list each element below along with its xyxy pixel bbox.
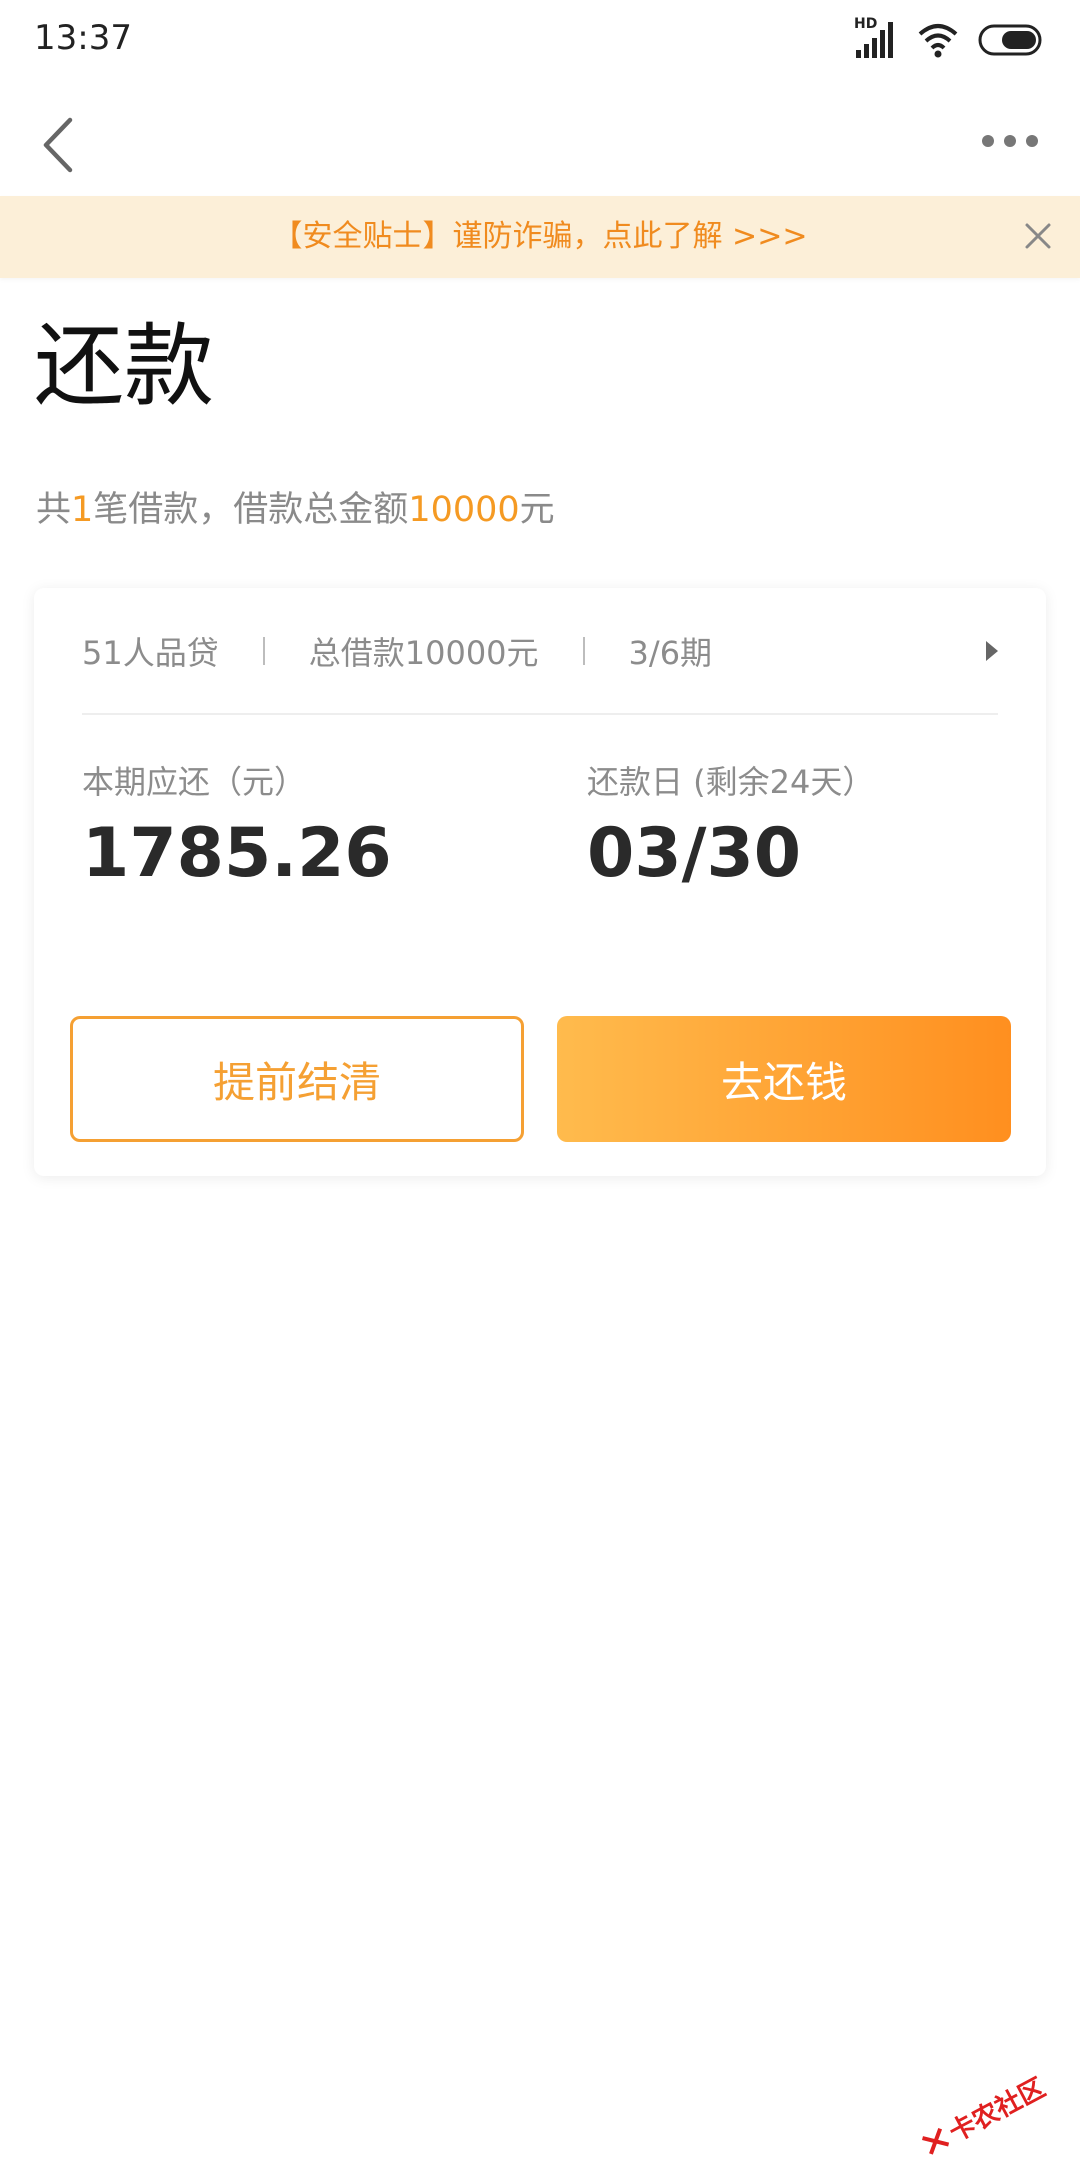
safety-banner: 【安全贴士】谨防诈骗，点此了解 >>> <box>0 196 1080 278</box>
product-name: 51人品贷 <box>82 633 219 672</box>
due-date: 03/30 <box>587 814 802 893</box>
watermark-text: 卡农社区 <box>944 2073 1051 2149</box>
more-dots-icon <box>982 135 1038 147</box>
status-bar: 13:37 HD <box>0 0 1080 80</box>
safety-banner-link[interactable]: 【安全贴士】谨防诈骗，点此了解 >>> <box>0 196 1080 278</box>
summary-prefix: 共 <box>36 490 72 530</box>
summary-suffix: 元 <box>519 490 555 530</box>
triangle-right-icon <box>986 640 998 661</box>
nav-bar <box>0 96 1080 196</box>
divider <box>262 636 265 665</box>
banner-close-button[interactable] <box>1018 216 1058 256</box>
watermark: 卡农社区 <box>915 2068 1051 2163</box>
repay-button[interactable]: 去还钱 <box>557 1016 1011 1142</box>
loan-card: 51人品贷 总借款10000元 3/6期 本期应还（元） 1785.26 还款日… <box>34 588 1046 1176</box>
summary-mid: 笔借款，借款总金额 <box>93 490 409 530</box>
due-amount-block: 本期应还（元） 1785.26 <box>82 762 392 888</box>
signal-icon: HD <box>854 16 898 60</box>
close-icon <box>1025 223 1051 249</box>
total-amount: 10000 <box>408 490 520 530</box>
divider <box>582 636 585 665</box>
due-amount-label: 本期应还（元） <box>82 763 307 801</box>
loan-summary: 共1笔借款，借款总金额10000元 <box>36 486 555 534</box>
due-amount: 1785.26 <box>82 814 392 893</box>
loan-period: 3/6期 <box>628 633 713 672</box>
battery-icon <box>978 24 1046 56</box>
loan-count: 1 <box>71 490 94 530</box>
back-button[interactable] <box>36 110 84 180</box>
page-title: 还款 <box>34 314 214 419</box>
chevron-left-icon <box>43 117 73 173</box>
due-date-block: 还款日 (剩余24天） 03/30 <box>587 762 874 888</box>
status-icons: HD <box>854 16 1046 62</box>
status-time: 13:37 <box>34 18 132 58</box>
loan-card-header[interactable]: 51人品贷 总借款10000元 3/6期 <box>82 588 998 715</box>
wifi-icon <box>916 20 960 60</box>
total-borrowed: 总借款10000元 <box>308 633 539 672</box>
due-date-label: 还款日 (剩余24天） <box>587 763 875 801</box>
more-button[interactable] <box>980 126 1040 156</box>
early-settle-button[interactable]: 提前结清 <box>70 1016 524 1142</box>
